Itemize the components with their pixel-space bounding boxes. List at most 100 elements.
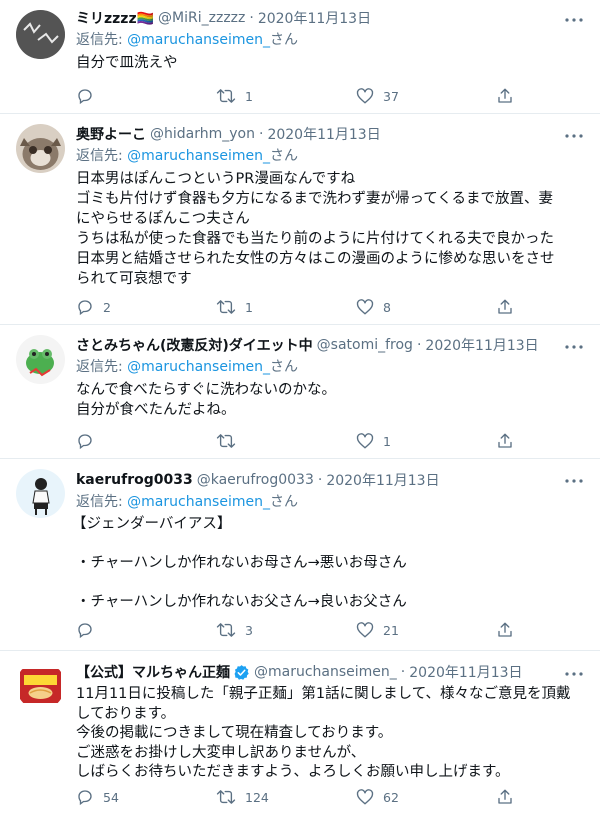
display-name[interactable]: 【公式】マルちゃん正麺: [76, 662, 230, 682]
tweet-date[interactable]: 2020年11月13日: [425, 335, 538, 355]
tweet-text: 【ジェンダーバイアス】 ・チャーハンしか作れないお母さん→悪いお母さん ・チャー…: [72, 515, 584, 612]
mention-link[interactable]: @maruchanseimen_: [127, 148, 270, 164]
like-button[interactable]: 1: [356, 430, 456, 452]
reply-prefix: 返信先:: [76, 32, 128, 48]
retweet-icon: [216, 300, 236, 314]
share-button[interactable]: [496, 430, 516, 452]
separator-dot: ·: [258, 126, 264, 142]
retweet-button[interactable]: 124: [216, 786, 316, 808]
tweet[interactable]: 【公式】マルちゃん正麺 @maruchanseimen_ · 2020年11月1…: [0, 651, 600, 817]
like-button[interactable]: 37: [356, 85, 456, 107]
tweet-text: 日本男はぽんこつというPR漫画なんですね ゴミも片付けず食器も夕方になるまで洗わ…: [76, 169, 584, 289]
user-handle[interactable]: @kaerufrog0033: [197, 472, 314, 488]
reply-icon: [78, 434, 92, 450]
retweet-button[interactable]: [216, 430, 316, 452]
mention-link[interactable]: @maruchanseimen_: [127, 32, 270, 48]
tweet-text-line: 日本男はぽんこつというPR漫画なんですね: [76, 171, 356, 187]
display-name[interactable]: ミリzzzz🏳️‍🌈: [76, 8, 154, 28]
retweet-count: 1: [245, 299, 253, 315]
tweet-text-line: なんで食べたらすぐに洗わないのかな。: [76, 382, 336, 398]
tweet-text-line: 今後の掲載につきまして現在精査しております。: [76, 725, 393, 741]
avatar[interactable]: [16, 469, 65, 518]
share-button[interactable]: [496, 85, 516, 107]
separator-dot: ·: [400, 664, 406, 680]
tweet-text-line: しばらくお待ちいただきますよう、よろしくお願い申し上げます。: [76, 764, 510, 780]
tweet-text: 11月11日に投稿した「親子正麺」第1話に関しまして、様々なご意見を頂戴 してお…: [76, 685, 584, 783]
tweet-date[interactable]: 2020年11月13日: [326, 470, 439, 490]
retweet-icon: [216, 623, 236, 637]
avatar[interactable]: [16, 661, 65, 710]
retweet-button[interactable]: 1: [216, 85, 316, 107]
share-icon: [498, 433, 512, 448]
like-count: 62: [383, 789, 399, 805]
user-handle[interactable]: @satomi_frog: [317, 337, 413, 353]
like-button[interactable]: 62: [356, 786, 456, 808]
tweet-text-line: 【ジェンダーバイアス】: [72, 516, 232, 532]
avatar[interactable]: [16, 124, 65, 173]
more-options-icon[interactable]: [564, 337, 584, 357]
reply-button[interactable]: [76, 619, 176, 641]
mention-link[interactable]: @maruchanseimen_: [127, 494, 270, 510]
retweet-button[interactable]: 1: [216, 296, 316, 318]
reply-icon: [78, 89, 92, 105]
reply-icon: [78, 790, 92, 806]
reply-context: 返信先: @maruchanseimen_さん: [76, 30, 584, 50]
tweet-text-line: うちは私が使った食器でも当たり前のように片付けてくれる夫で良かった: [76, 231, 555, 247]
reply-prefix: 返信先:: [76, 359, 128, 375]
user-handle[interactable]: @maruchanseimen_: [254, 664, 397, 680]
separator-dot: ·: [249, 10, 254, 26]
tweet-date[interactable]: 2020年11月13日: [267, 124, 380, 144]
user-handle[interactable]: @MiRi_zzzzz: [158, 10, 245, 26]
separator-dot: ·: [416, 337, 422, 353]
reply-button[interactable]: 2: [76, 296, 176, 318]
tweet-date[interactable]: 2020年11月13日: [258, 8, 371, 28]
heart-icon: [356, 789, 374, 805]
avatar[interactable]: [16, 10, 65, 59]
heart-icon: [356, 88, 374, 104]
tweet-date[interactable]: 2020年11月13日: [409, 662, 522, 682]
display-name[interactable]: 奥野よーこ: [76, 124, 146, 144]
reply-button[interactable]: [76, 430, 176, 452]
share-icon: [498, 789, 512, 804]
reply-button[interactable]: [76, 85, 176, 107]
tweet-text-line: しております。: [76, 705, 176, 722]
display-name[interactable]: さとみちゃん(改憲反対)ダイエット中: [76, 335, 313, 355]
tweet-text: なんで食べたらすぐに洗わないのかな。 自分が食べたんだよね。: [76, 380, 584, 420]
tweet[interactable]: さとみちゃん(改憲反対)ダイエット中 @satomi_frog · 2020年1…: [0, 325, 600, 459]
retweet-count: 1: [245, 88, 253, 104]
reply-icon: [78, 623, 92, 639]
share-button[interactable]: [496, 296, 516, 318]
reply-context: 返信先: @maruchanseimen_さん: [76, 357, 584, 377]
heart-icon: [356, 622, 374, 638]
like-button[interactable]: 8: [356, 296, 456, 318]
mention-link[interactable]: @maruchanseimen_: [127, 359, 270, 375]
retweet-count: 124: [245, 789, 269, 805]
user-handle[interactable]: @hidarhm_yon: [150, 126, 255, 142]
reply-context: 返信先: @maruchanseimen_さん: [76, 146, 584, 166]
like-button[interactable]: 21: [356, 619, 456, 641]
share-button[interactable]: [496, 786, 516, 808]
tweet[interactable]: kaerufrog0033 @kaerufrog0033 · 2020年11月1…: [0, 459, 600, 651]
like-count: 8: [383, 299, 391, 315]
more-options-icon[interactable]: [564, 471, 584, 491]
tweet[interactable]: 奥野よーこ @hidarhm_yon · 2020年11月13日 返信先: @m…: [0, 114, 600, 325]
heart-icon: [356, 433, 374, 449]
like-count: 1: [383, 433, 391, 449]
reply-button[interactable]: 54: [76, 786, 176, 808]
tweet-text-line: 自分で皿洗えや: [76, 55, 178, 71]
tweet-text-line: ご迷惑をお掛けし大変申し訳ありませんが、: [76, 744, 366, 761]
more-options-icon[interactable]: [564, 10, 584, 30]
tweet-text-line: 11月11日に投稿した「親子正麺」第1話に関しまして、様々なご意見を頂戴: [76, 686, 571, 702]
more-options-icon[interactable]: [564, 126, 584, 146]
share-button[interactable]: [496, 619, 516, 641]
tweet[interactable]: ミリzzzz🏳️‍🌈 @MiRi_zzzzz · 2020年11月13日 返信先…: [0, 0, 600, 114]
more-options-icon[interactable]: [564, 664, 584, 684]
tweet-text-line: ・チャーハンしか作れないお母さん→悪いお母さん: [76, 555, 407, 571]
reply-icon: [78, 300, 92, 316]
retweet-count: 3: [245, 622, 253, 638]
retweet-button[interactable]: 3: [216, 619, 316, 641]
avatar[interactable]: [16, 335, 65, 384]
display-name[interactable]: kaerufrog0033: [76, 472, 193, 488]
tweet-text-line: にやらせるぽんこつ夫さん: [76, 211, 250, 227]
